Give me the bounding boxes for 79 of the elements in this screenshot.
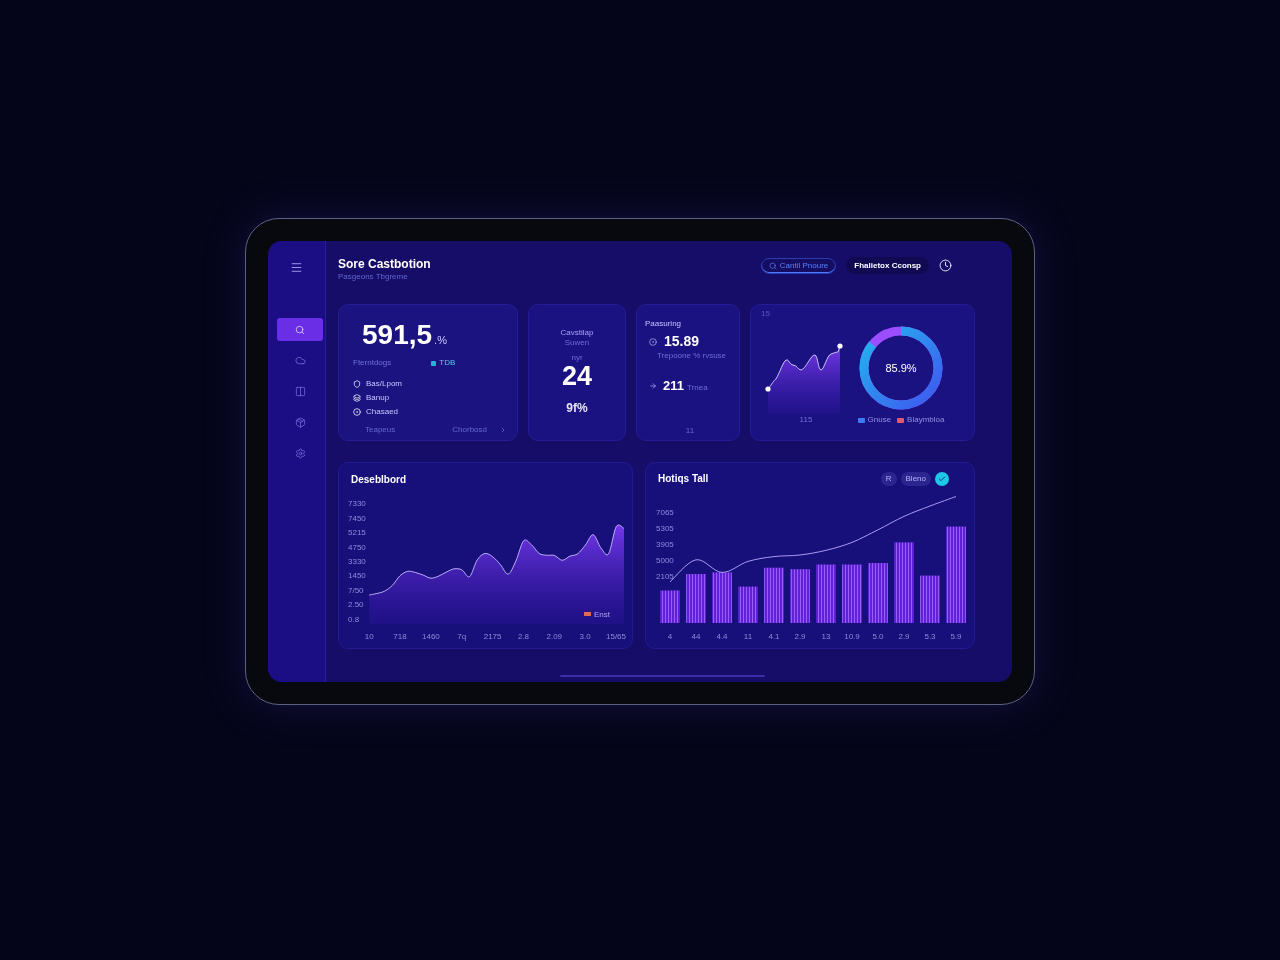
axis-label: 5215: [348, 528, 366, 538]
legend-label: Blaymbloa: [907, 415, 945, 425]
axis-label: 7330: [348, 499, 366, 509]
settings-icon: [294, 448, 306, 459]
box-icon: [294, 417, 306, 428]
axis-label: 15/65: [606, 632, 626, 641]
axis-label: 11: [743, 632, 753, 641]
stat-value: 591,5: [362, 320, 433, 350]
axis-label: 13: [821, 632, 831, 641]
axis-label: 5.3: [924, 632, 936, 641]
search-pill[interactable]: Cantil Pnoure: [760, 257, 837, 274]
axis-label: 4: [667, 632, 673, 641]
stat-change: 9f%: [566, 402, 588, 415]
axis-label: 44: [691, 632, 701, 641]
axis-label: 1450: [348, 571, 366, 581]
axis-label: 2175: [483, 632, 502, 641]
list-item-text: Bas/Lpom: [366, 379, 403, 389]
clock-icon[interactable]: [939, 259, 952, 272]
legend-label: TDB: [439, 358, 456, 368]
metric-value: 15.89: [664, 334, 700, 349]
axis-label: 2.9: [898, 632, 910, 641]
target-icon: [353, 408, 361, 416]
legend-label: Gnuse: [867, 415, 892, 425]
menu-icon[interactable]: [290, 261, 303, 274]
target-icon: [649, 337, 657, 346]
search-icon: [295, 324, 305, 335]
axis-label: 0.8: [348, 614, 360, 624]
axis-label: 2.50: [348, 600, 364, 610]
card-title: Paasuring: [645, 319, 682, 329]
chevron-right-icon[interactable]: [499, 426, 507, 434]
stat-value: 24: [561, 362, 592, 390]
axis-label: 7q: [457, 632, 467, 641]
stat-label: Fterntdogs: [353, 358, 392, 368]
chart-action[interactable]: Bleno: [900, 472, 931, 486]
axis-label: 4.1: [768, 632, 780, 641]
shield-icon: [353, 380, 361, 388]
card-title: Cavstilap: [560, 328, 594, 338]
layers-icon: [353, 394, 361, 402]
list-item-text: Chasaed: [366, 407, 399, 417]
metric-note: Trnea: [687, 383, 708, 393]
axis-label: 2.9: [794, 632, 806, 641]
axis-label: 10.9: [844, 632, 860, 641]
list-item-text: Banup: [366, 393, 390, 403]
sidebar-item[interactable]: [277, 318, 323, 341]
card-subtitle: Suwen: [564, 338, 590, 348]
page-subtitle: Pasgeons Tbgreme: [338, 272, 408, 282]
axis-label: 3.0: [579, 632, 591, 641]
axis-label: 5.9: [950, 632, 962, 641]
axis-label: 7450: [348, 513, 366, 523]
card-label: 15: [761, 309, 770, 319]
columns-icon: [294, 386, 306, 397]
chart-title: Hotiqs Tall: [658, 473, 709, 485]
chart-title: Deseblbord: [351, 474, 406, 486]
cloud-icon: [294, 355, 306, 366]
footer-text: Teapeus: [365, 425, 396, 435]
stat-unit: .%: [434, 334, 447, 346]
chart-action[interactable]: R: [880, 472, 897, 486]
gauge-reading: 85.9%: [885, 362, 917, 374]
axis-label: 2.09: [546, 632, 563, 641]
axis-label: 115: [799, 415, 813, 425]
metric-value: 211: [663, 379, 684, 393]
metric-note: Trepoone % rvsuse: [657, 351, 727, 361]
axis-label: 718: [393, 632, 407, 641]
axis-label: 2.8: [517, 632, 529, 641]
search-icon: [768, 261, 777, 270]
axis-label: 10: [364, 632, 374, 641]
page-title: Sore Castbotion: [338, 257, 431, 271]
axis-label: 1460: [422, 632, 440, 641]
axis-label: 5.0: [872, 632, 884, 641]
caption-text: nyr: [571, 353, 583, 362]
axis-label: 7/50: [348, 585, 364, 595]
check-icon[interactable]: [935, 472, 949, 486]
axis-label: 3330: [348, 557, 366, 566]
legend-label: Enst: [594, 610, 610, 619]
axis-label: 4.4: [716, 632, 728, 641]
axis-label: 4750: [348, 542, 366, 552]
footer-text: 11: [685, 426, 695, 436]
header-button[interactable]: Fhalietox Cconsp: [846, 257, 929, 274]
arrow-right-icon: [649, 382, 657, 390]
